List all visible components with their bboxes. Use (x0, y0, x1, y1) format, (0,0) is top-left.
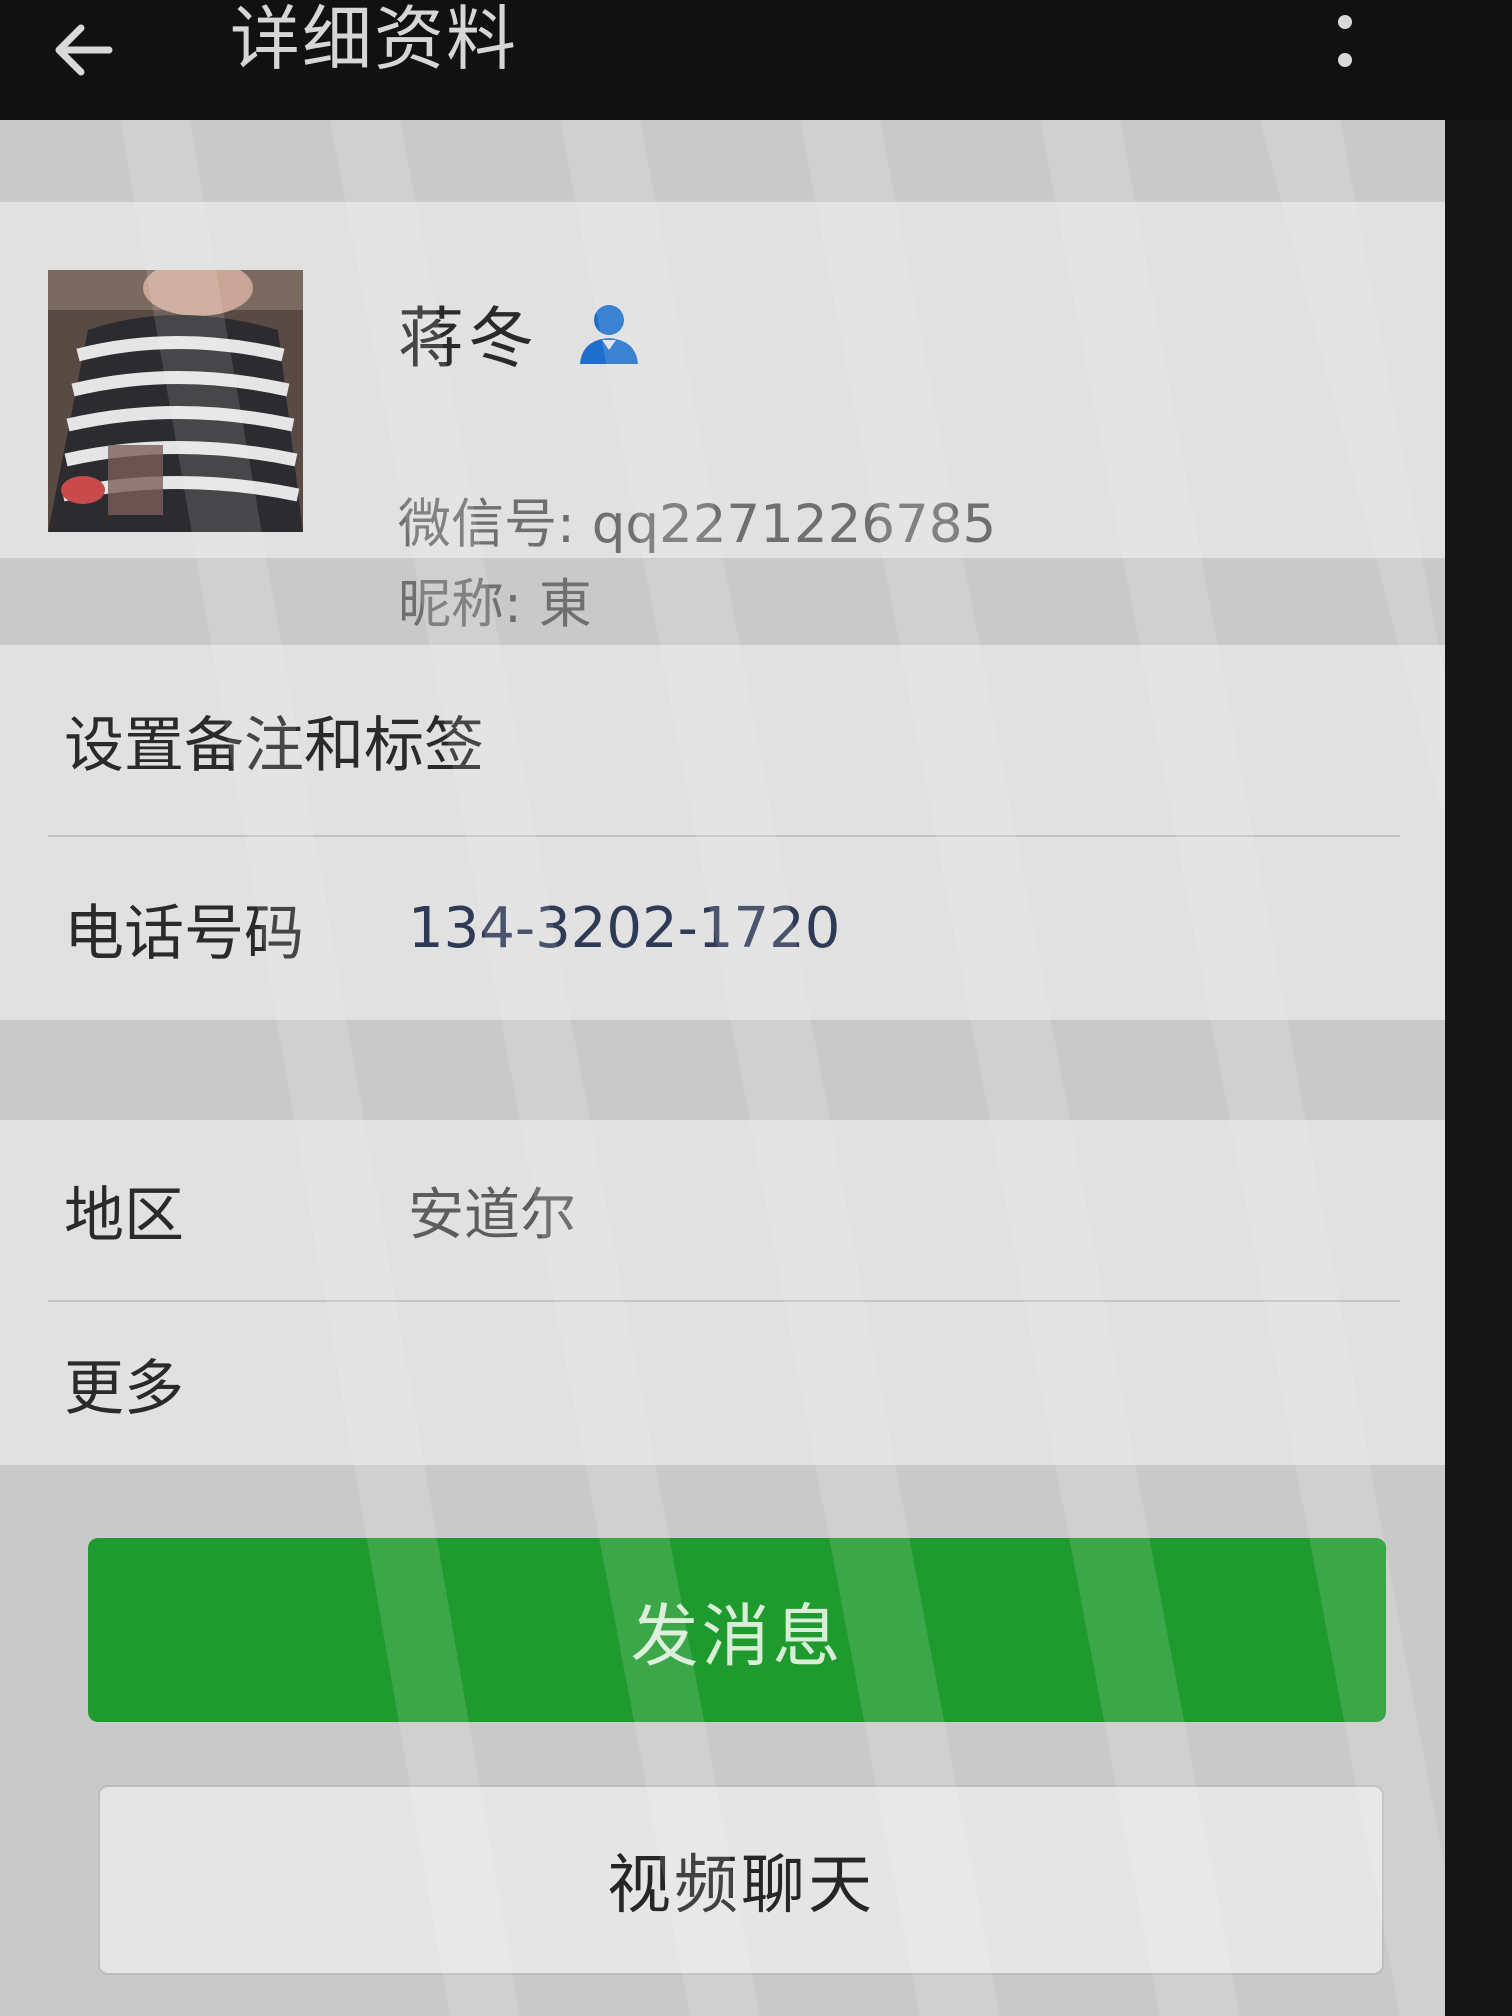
more-menu-button[interactable] (1300, 0, 1390, 90)
video-chat-button[interactable]: 视频聊天 (98, 1785, 1384, 1975)
send-message-button[interactable]: 发消息 (88, 1538, 1386, 1722)
phone-value[interactable]: 134-3202-1720 (408, 896, 840, 961)
settings-card: 设置备注和标签 电话号码 134-3202-1720 (0, 645, 1445, 1020)
avatar-photo (48, 270, 303, 532)
phone-label: 电话号码 (64, 899, 304, 969)
nickname: 昵称: 東 (398, 574, 592, 635)
contact-name: 蒋冬 (398, 300, 538, 377)
remark-and-tags-row[interactable]: 设置备注和标签 (0, 645, 1445, 835)
top-bar: 详细资料 (0, 0, 1512, 120)
region-label: 地区 (64, 1180, 184, 1251)
name-line: 蒋冬 (398, 278, 644, 388)
more-label: 更多 (64, 1354, 184, 1424)
region-value: 安道尔 (408, 1182, 576, 1248)
person-icon (580, 305, 638, 364)
region-row: 地区 安道尔 (0, 1120, 1445, 1300)
phone-row[interactable]: 电话号码 134-3202-1720 (0, 837, 1445, 1020)
wechat-id: 微信号: qq2271226785 (398, 494, 997, 555)
back-button[interactable] (28, 0, 138, 100)
arrow-left-icon (55, 24, 113, 76)
app-screen: 详细资料 蒋冬 微信号: qq2271226785 昵称: 東 设置备注和标签 … (0, 0, 1512, 2016)
send-message-label: 发消息 (630, 1597, 844, 1677)
page-title: 详细资料 (230, 0, 518, 80)
device-frame (1445, 120, 1512, 2016)
video-chat-label: 视频聊天 (607, 1849, 875, 1923)
more-vertical-icon (1338, 15, 1352, 67)
avatar[interactable] (48, 270, 303, 532)
more-row[interactable]: 更多 (0, 1302, 1445, 1465)
remark-and-tags-label: 设置备注和标签 (64, 710, 484, 781)
content-area: 蒋冬 微信号: qq2271226785 昵称: 東 设置备注和标签 电话号码 … (0, 120, 1445, 2016)
info-card: 地区 安道尔 更多 (0, 1120, 1445, 1465)
